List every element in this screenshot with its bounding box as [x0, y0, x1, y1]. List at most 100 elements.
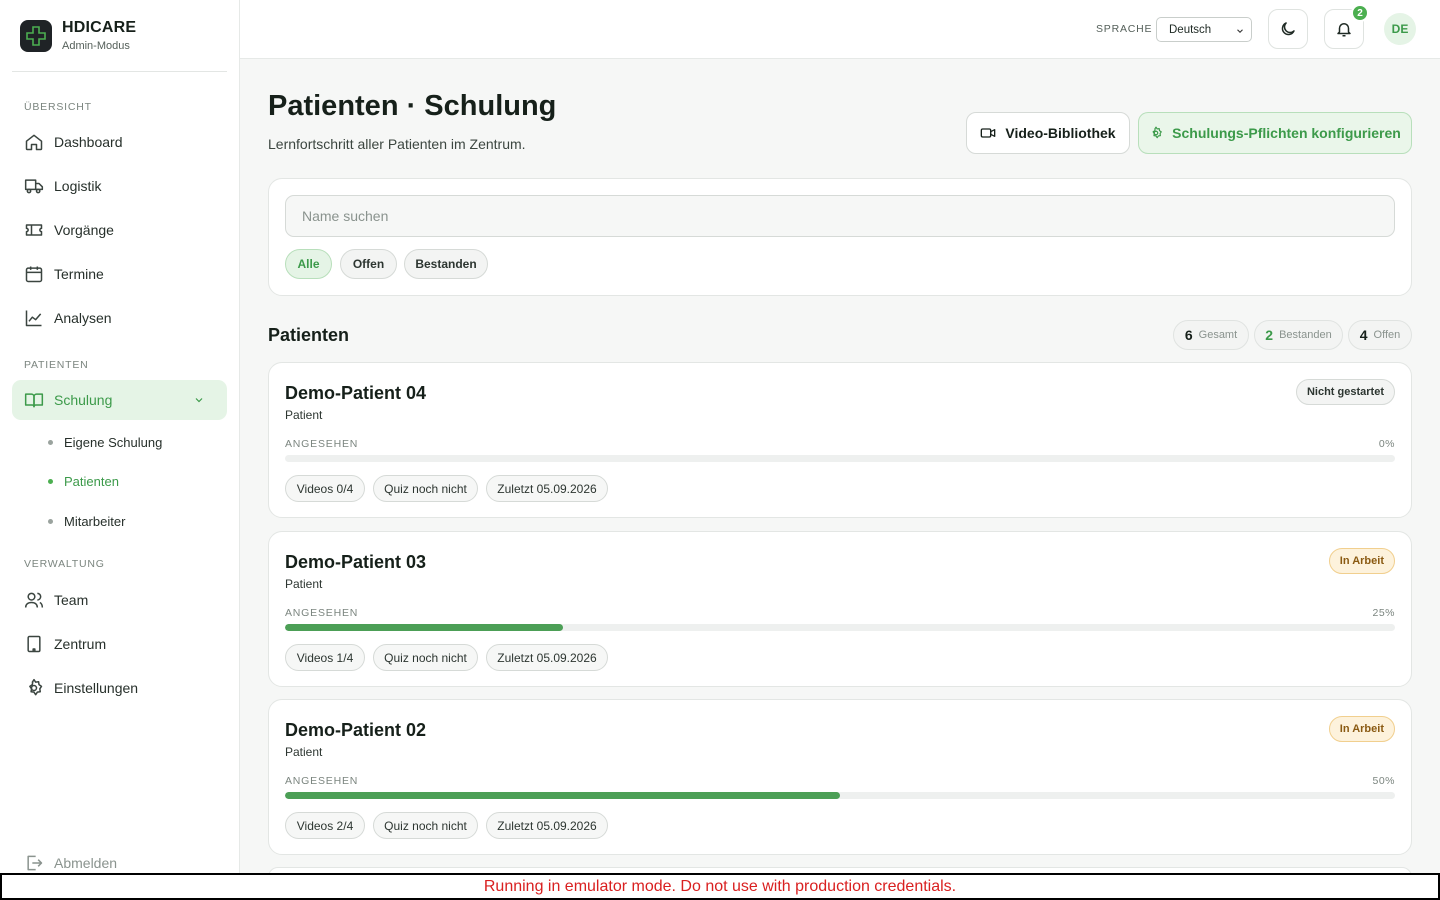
theme-toggle-button[interactable]	[1268, 9, 1308, 49]
progress-label: ANGESEHEN	[285, 438, 359, 450]
brand-logo-icon	[20, 19, 52, 52]
language-value: Deutsch	[1169, 23, 1212, 36]
topbar: SPRACHE Deutsch 2 DE	[240, 0, 1440, 59]
progress-label: ANGESEHEN	[285, 775, 359, 787]
patient-card[interactable]: Demo-Patient 03 Patient In Arbeit ANGESE…	[268, 531, 1412, 687]
language-select[interactable]: Deutsch	[1156, 17, 1252, 42]
brand[interactable]: HDICARE Admin-Modus	[12, 0, 227, 72]
stat-open-badge: 4 Offen	[1348, 320, 1412, 350]
progress-bar	[285, 792, 1395, 799]
page-subtitle: Lernfortschritt aller Patienten im Zentr…	[268, 136, 526, 152]
progress-label: ANGESEHEN	[285, 607, 359, 619]
sidebar-item-label: Zentrum	[54, 636, 107, 652]
calendar-icon	[25, 266, 43, 283]
book-open-icon	[24, 393, 44, 408]
status-badge: In Arbeit	[1328, 716, 1395, 742]
progress-percent: 50%	[1372, 775, 1395, 787]
quiz-tag: Quiz noch nicht	[373, 812, 478, 839]
sidebar-item-team[interactable]: Team	[12, 580, 227, 620]
chart-line-icon	[25, 310, 42, 327]
last-seen-tag: Zuletzt 05.09.2026	[486, 475, 608, 502]
sidebar-item-label: Vorgänge	[54, 222, 114, 238]
patients-section-title: Patienten	[268, 325, 350, 345]
sidebar-item-label: Logistik	[54, 178, 102, 194]
sidebar-subitem-label: Patienten	[64, 474, 119, 489]
sidebar-item-training[interactable]: Schulung	[12, 380, 227, 420]
quiz-tag: Quiz noch nicht	[373, 475, 478, 502]
video-library-button[interactable]: Video-Bibliothek	[966, 112, 1130, 154]
patient-role: Patient	[285, 408, 323, 422]
patient-name: Demo-Patient 02	[285, 720, 427, 740]
brand-mode: Admin-Modus	[62, 40, 130, 52]
sidebar-subitem-label: Eigene Schulung	[64, 435, 163, 450]
configure-training-button[interactable]: Schulungs-Pflichten konfigurieren	[1138, 112, 1412, 154]
sidebar-subitem-own-training[interactable]: Eigene Schulung	[48, 435, 162, 450]
last-seen-tag: Zuletzt 05.09.2026	[486, 644, 608, 671]
stat-passed-label: Bestanden	[1279, 329, 1332, 341]
logout-label: Abmelden	[54, 855, 118, 871]
chevron-down-icon	[195, 398, 203, 403]
patient-role: Patient	[285, 577, 323, 591]
notifications-button[interactable]: 2	[1324, 4, 1369, 49]
nav-section-overview: ÜBERSICHT	[24, 101, 92, 113]
stat-open-label: Offen	[1373, 329, 1401, 341]
language-label: SPRACHE	[1096, 23, 1153, 35]
progress-percent: 25%	[1372, 607, 1395, 619]
sidebar-item-label: Schulung	[54, 392, 113, 408]
progress-bar	[285, 455, 1395, 462]
stat-open-count: 4	[1359, 327, 1368, 343]
nav-section-patients: PATIENTEN	[24, 359, 89, 371]
bullet-icon	[48, 519, 53, 524]
filter-chip-passed[interactable]: Bestanden	[404, 249, 488, 279]
sidebar-subitem-patients[interactable]: Patienten	[48, 474, 119, 489]
bullet-icon	[48, 440, 53, 445]
sidebar-item-center[interactable]: Zentrum	[12, 624, 227, 664]
patient-card[interactable]: Demo-Patient 04 Patient Nicht gestartet …	[268, 362, 1412, 518]
bell-icon	[1337, 23, 1351, 37]
progress-bar	[285, 624, 1395, 631]
video-camera-icon	[981, 128, 996, 138]
search-input[interactable]	[285, 195, 1395, 237]
patient-name: Demo-Patient 04	[285, 383, 427, 403]
page-title: Patienten · Schulung	[268, 90, 557, 122]
avatar[interactable]: DE	[1384, 13, 1416, 45]
progress-percent: 0%	[1378, 438, 1395, 450]
videos-tag: Videos 0/4	[285, 475, 365, 502]
sidebar-item-label: Dashboard	[54, 134, 123, 150]
sidebar-item-label: Team	[54, 592, 89, 608]
stat-total-count: 6	[1184, 327, 1193, 343]
sidebar-item-processes[interactable]: Vorgänge	[12, 210, 227, 250]
sidebar-item-dashboard[interactable]: Dashboard	[12, 122, 227, 162]
moon-icon	[1281, 22, 1295, 36]
filter-chip-open[interactable]: Offen	[340, 249, 397, 279]
stat-passed-badge: 2 Bestanden	[1254, 320, 1343, 350]
sidebar: HDICARE Admin-Modus ÜBERSICHT Dashboard …	[0, 0, 240, 900]
ticket-icon	[25, 224, 43, 236]
patient-card[interactable]: Demo-Patient 02 Patient In Arbeit ANGESE…	[268, 699, 1412, 855]
status-badge: Nicht gestartet	[1295, 379, 1395, 405]
logout-icon	[27, 855, 43, 871]
videos-tag: Videos 2/4	[285, 812, 365, 839]
chevron-down-icon	[1237, 29, 1243, 34]
sidebar-item-appointments[interactable]: Termine	[12, 254, 227, 294]
gear-icon	[29, 678, 43, 696]
home-icon	[25, 134, 43, 151]
sidebar-item-label: Analysen	[54, 310, 112, 326]
sidebar-item-logistics[interactable]: Logistik	[12, 166, 227, 206]
filter-chip-all[interactable]: Alle	[285, 249, 332, 279]
nav-section-admin: VERWALTUNG	[24, 558, 105, 570]
status-badge: In Arbeit	[1328, 548, 1395, 574]
video-library-label: Video-Bibliothek	[1005, 125, 1116, 141]
gear-icon	[1152, 126, 1162, 139]
stat-passed-count: 2	[1265, 327, 1274, 343]
progress-fill	[285, 792, 840, 799]
quiz-tag: Quiz noch nicht	[373, 644, 478, 671]
filter-card: Alle Offen Bestanden	[268, 178, 1412, 296]
sidebar-item-settings[interactable]: Einstellungen	[12, 668, 227, 708]
building-icon	[27, 635, 41, 653]
sidebar-item-analytics[interactable]: Analysen	[12, 298, 227, 338]
last-seen-tag: Zuletzt 05.09.2026	[486, 812, 608, 839]
progress-fill	[285, 624, 563, 631]
stat-total-badge: 6 Gesamt	[1173, 320, 1249, 350]
sidebar-subitem-staff[interactable]: Mitarbeiter	[48, 514, 125, 529]
